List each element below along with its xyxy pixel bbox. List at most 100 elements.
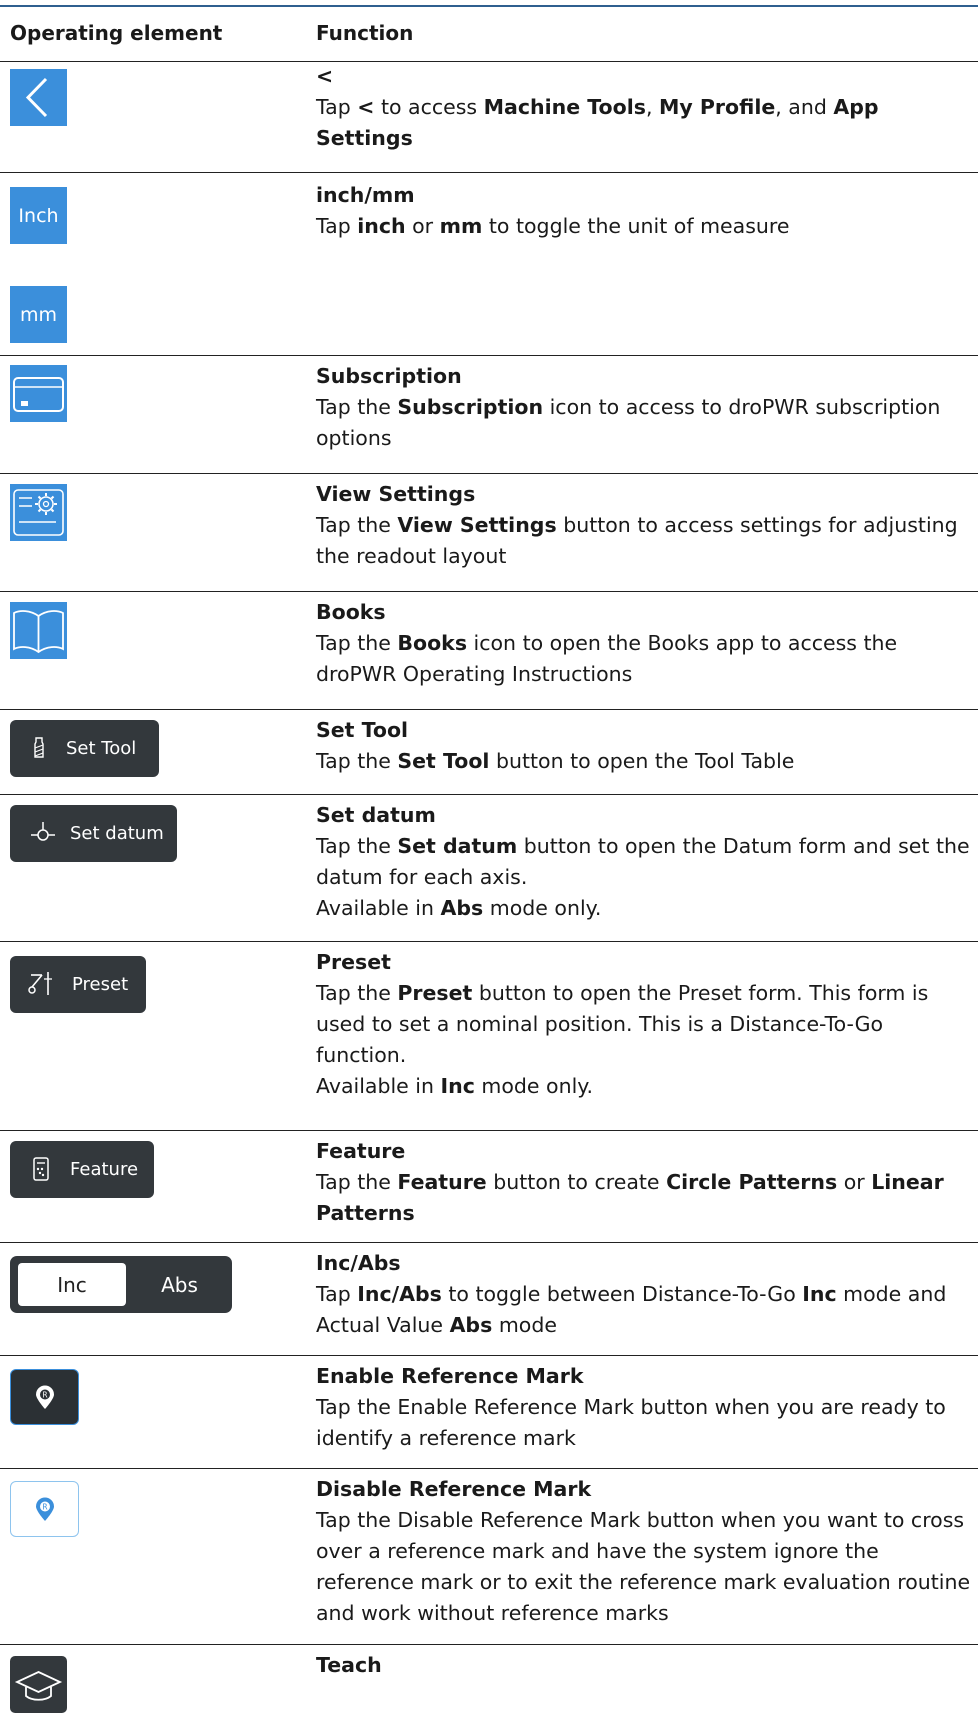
inc-abs-toggle[interactable]: Inc Abs [10, 1256, 232, 1313]
description-text: Available in [316, 1074, 441, 1098]
table-row: < Tap < to access Machine Tools, My Prof… [0, 56, 978, 173]
row-text: Set Tool Tap the Set Tool button to open… [316, 715, 976, 777]
row-text: Set datum Tap the Set datum button to op… [316, 800, 976, 924]
row-title: Feature [316, 1139, 406, 1163]
row-title: Set Tool [316, 718, 409, 742]
preset-label: Preset [72, 974, 129, 995]
row-description: Tap the Set Tool button to open the Tool… [316, 746, 976, 777]
description-text: Tap the [316, 513, 398, 537]
description-text: Tap the [316, 395, 398, 419]
bold-term: Set datum [397, 834, 518, 858]
back-button[interactable] [10, 69, 67, 126]
table-row: R Enable Reference Mark Tap the Enable R… [0, 1356, 978, 1469]
row-text: View Settings Tap the View Settings butt… [316, 479, 976, 572]
description-text: or [405, 214, 440, 238]
inch-label: Inch [18, 204, 59, 227]
description-text: Tap [316, 214, 358, 238]
preset-icon [28, 972, 52, 995]
row-text: Disable Reference Mark Tap the Disable R… [316, 1474, 976, 1629]
row-text: Preset Tap the Preset button to open the… [316, 947, 976, 1102]
description-text: to toggle the unit of measure [482, 214, 790, 238]
bold-term: Inc [802, 1282, 837, 1306]
reference-mark-icon: R [36, 1497, 54, 1521]
row-text: inch/mm Tap inch or mm to toggle the uni… [316, 180, 976, 242]
mm-label: mm [19, 303, 58, 326]
table-row: R Disable Reference Mark Tap the Disable… [0, 1469, 978, 1645]
table-row: Teach [0, 1645, 978, 1719]
row-text: Books Tap the Books icon to open the Boo… [316, 597, 976, 690]
row-title: Preset [316, 950, 391, 974]
description-text: to access [374, 95, 484, 119]
row-text: Feature Tap the Feature button to create… [316, 1136, 976, 1229]
description-text: Tap [316, 1282, 358, 1306]
row-title: Disable Reference Mark [316, 1477, 592, 1501]
bold-term: Preset [397, 981, 473, 1005]
inch-button[interactable]: Inch [10, 187, 67, 244]
table-row: Set Tool Set Tool Tap the Set Tool butto… [0, 710, 978, 795]
subscription-button[interactable] [10, 365, 67, 422]
row-description: Tap the Set datum button to open the Dat… [316, 831, 976, 924]
abs-segment[interactable]: Abs [132, 1263, 227, 1306]
books-button[interactable] [10, 602, 67, 659]
row-description: Tap the Enable Reference Mark button whe… [316, 1392, 976, 1454]
description-text: button to open the Tool Table [489, 749, 795, 773]
bold-term: < [357, 95, 375, 119]
row-description: Tap < to access Machine Tools, My Profil… [316, 92, 976, 154]
row-title: inch/mm [316, 183, 415, 207]
set-tool-button[interactable]: Set Tool [10, 720, 159, 777]
description-text: or [837, 1170, 872, 1194]
table-header: Operating element Function [0, 7, 978, 62]
row-title: Subscription [316, 364, 462, 388]
row-title: Set datum [316, 803, 436, 827]
bold-term: mm [439, 214, 483, 238]
teach-button[interactable] [10, 1656, 67, 1713]
inc-segment[interactable]: Inc [18, 1263, 126, 1306]
bold-term: Inc [440, 1074, 475, 1098]
bold-term: Set Tool [397, 749, 490, 773]
mm-button[interactable]: mm [10, 286, 67, 343]
row-title: < [316, 64, 334, 88]
page: Operating element Function < Tap < to ac… [0, 0, 978, 1719]
header-operating-element: Operating element [10, 21, 223, 45]
books-icon [13, 610, 64, 654]
row-title: Books [316, 600, 386, 624]
feature-icon [33, 1157, 49, 1181]
set-datum-button[interactable]: Set datum [10, 805, 177, 862]
enable-reference-mark-button[interactable]: R [10, 1369, 79, 1425]
row-description: Tap the Subscription icon to access to d… [316, 392, 976, 454]
row-title: View Settings [316, 482, 476, 506]
bold-term: My Profile [659, 95, 776, 119]
view-settings-button[interactable] [10, 484, 67, 541]
description-text: Tap the [316, 749, 398, 773]
bold-term: Books [397, 631, 468, 655]
description-text: Tap the Disable Reference Mark button wh… [316, 1508, 971, 1625]
description-text: , [645, 95, 659, 119]
preset-button[interactable]: Preset [10, 956, 146, 1013]
row-title: Inc/Abs [316, 1251, 401, 1275]
row-title: Teach [316, 1653, 382, 1677]
bold-term: Feature [397, 1170, 487, 1194]
table-row: Inc Abs Inc/Abs Tap Inc/Abs to toggle be… [0, 1243, 978, 1356]
description-text: Available in [316, 896, 441, 920]
row-text: Inc/Abs Tap Inc/Abs to toggle between Di… [316, 1248, 976, 1341]
disable-reference-mark-button[interactable]: R [10, 1481, 79, 1537]
row-description: Tap the Feature button to create Circle … [316, 1167, 976, 1229]
row-text: Teach [316, 1650, 976, 1681]
description-text: to toggle between Distance-To-Go [441, 1282, 803, 1306]
table-row: Feature Feature Tap the Feature button t… [0, 1131, 978, 1243]
feature-button[interactable]: Feature [10, 1141, 154, 1198]
row-description: Tap the Preset button to open the Preset… [316, 978, 976, 1102]
description-text: Tap the [316, 1170, 398, 1194]
reference-mark-icon: R [36, 1385, 54, 1409]
bold-term: Machine Tools [483, 95, 646, 119]
bold-term: Circle Patterns [666, 1170, 838, 1194]
row-text: Enable Reference Mark Tap the Enable Ref… [316, 1361, 976, 1454]
description-text: Tap the [316, 834, 398, 858]
row-description: Tap the Books icon to open the Books app… [316, 628, 976, 690]
set-datum-label: Set datum [70, 823, 164, 844]
row-title: Enable Reference Mark [316, 1364, 584, 1388]
row-description: Tap the Disable Reference Mark button wh… [316, 1505, 976, 1629]
description-text: mode only. [474, 1074, 594, 1098]
table-row: Subscription Tap the Subscription icon t… [0, 356, 978, 474]
chevron-left-icon [25, 77, 48, 118]
